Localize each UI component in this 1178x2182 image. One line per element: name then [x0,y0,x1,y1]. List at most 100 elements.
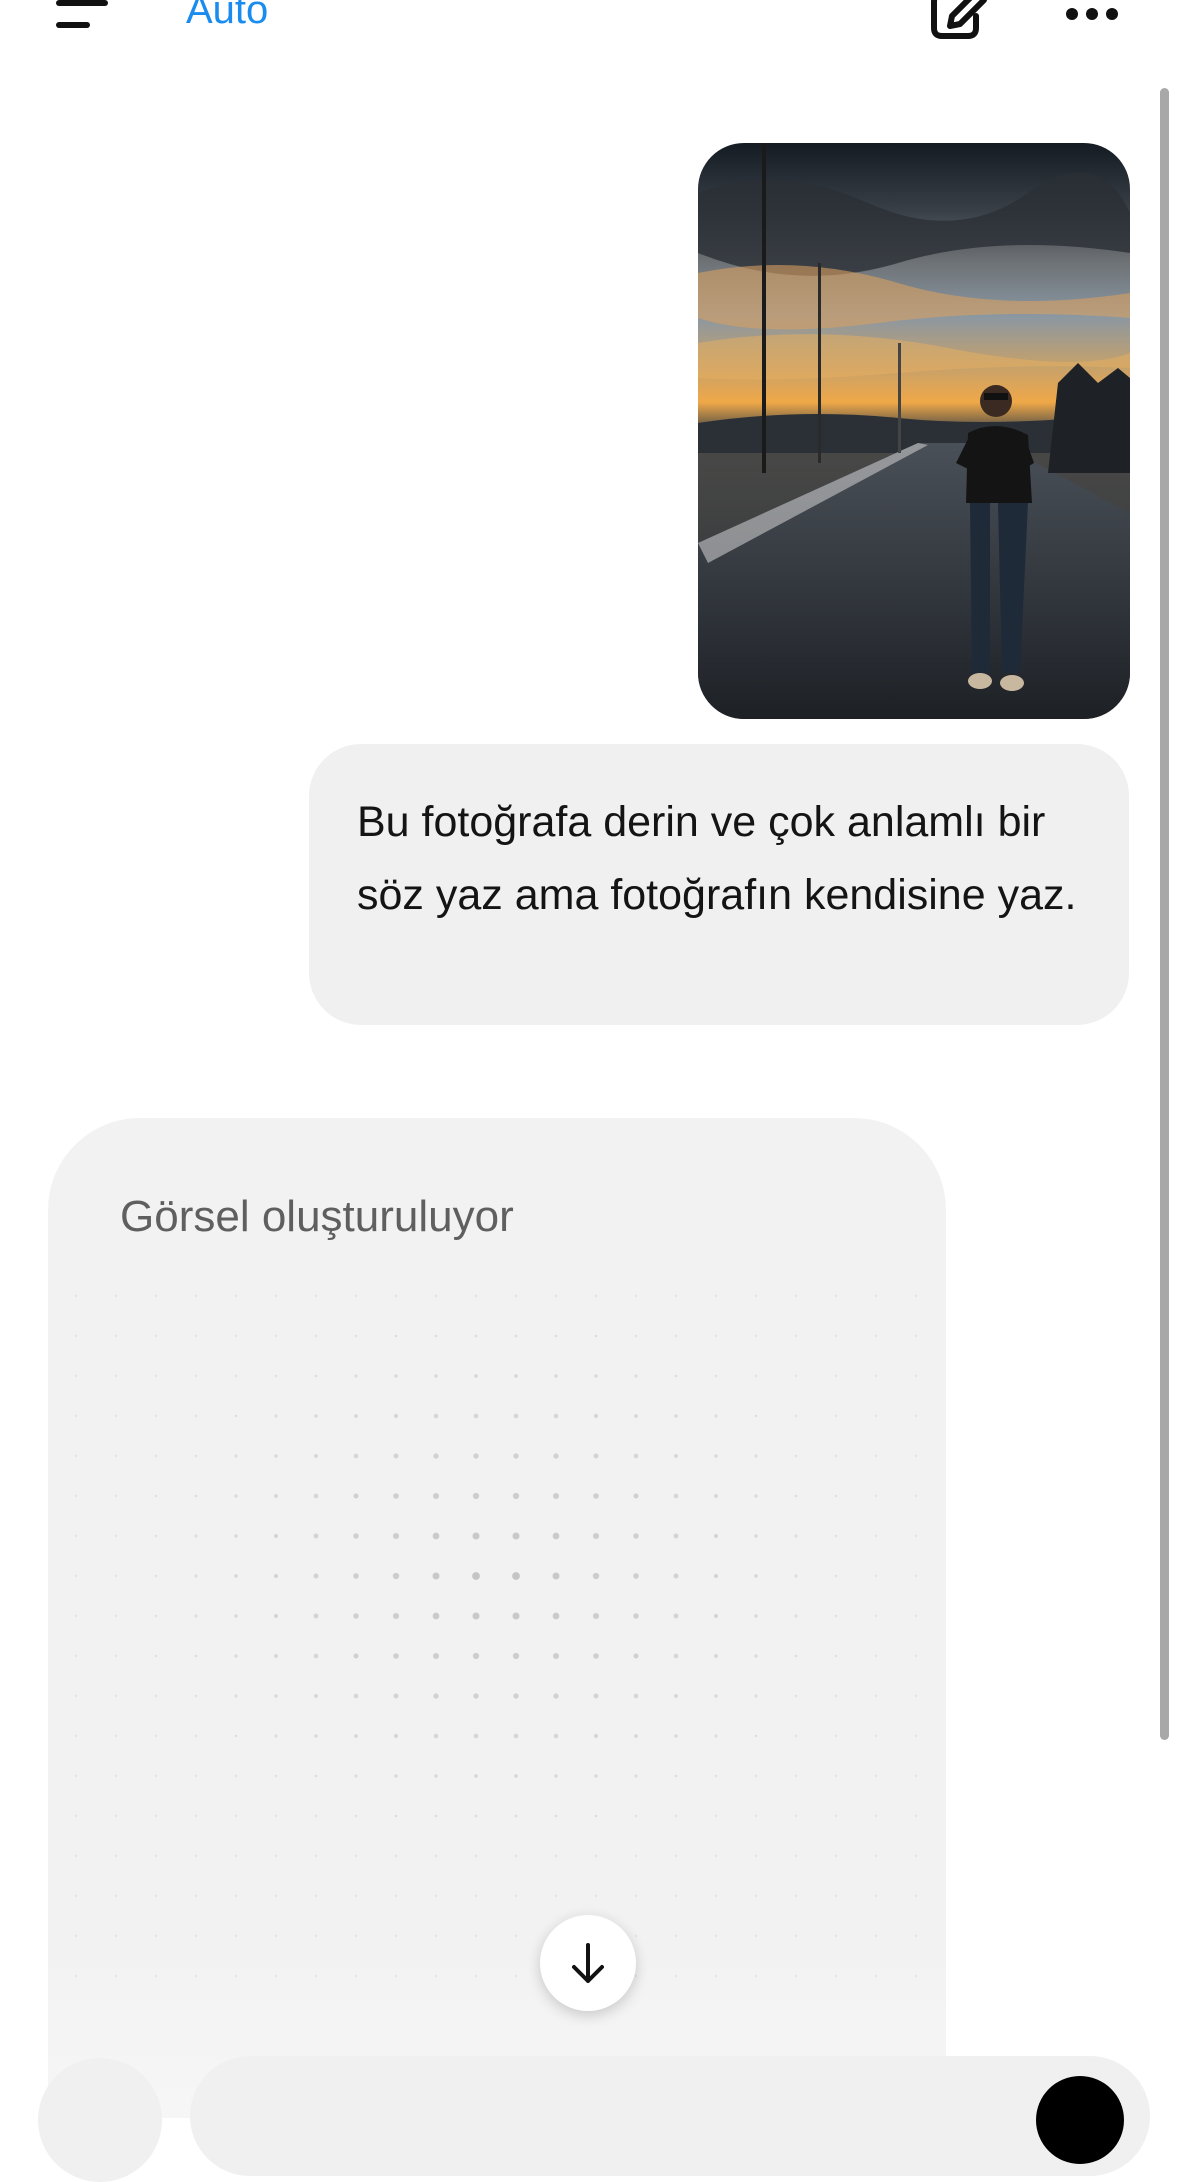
progress-dot [552,1532,560,1540]
progress-dot [194,1814,198,1818]
progress-dot [274,1774,278,1778]
user-message-text: Bu fotoğrafa derin ve çok anlamlı bir sö… [357,798,1077,919]
progress-dot [754,1334,758,1338]
progress-dot [114,1934,118,1938]
progress-dot [74,1854,78,1858]
progress-dot [634,1854,638,1858]
progress-dot [194,1414,198,1418]
progress-dot [194,1454,198,1458]
progress-dot [714,1454,718,1458]
progress-dot [914,1974,918,1978]
progress-dot [234,1294,238,1298]
progress-dot [874,1494,878,1498]
progress-dot [874,1694,878,1698]
progress-dot [834,1494,838,1498]
progress-dot [794,1854,798,1858]
progress-dot [553,1733,559,1739]
progress-dot [474,1294,478,1298]
attach-button[interactable] [38,2058,162,2182]
progress-dot [114,1974,118,1978]
progress-dot [754,1614,758,1618]
progress-dot [714,1694,718,1698]
progress-dot [633,1693,639,1699]
scrollbar[interactable] [1160,88,1169,1740]
progress-dot [194,1574,198,1578]
progress-dot [473,1693,479,1699]
menu-icon[interactable] [56,0,108,30]
progress-dot [714,1934,718,1938]
progress-dot [314,1734,318,1738]
progress-dot [874,1934,878,1938]
progress-dot [834,1734,838,1738]
progress-dot [354,1814,358,1818]
progress-dot [472,1612,480,1620]
more-options-icon[interactable] [1064,6,1120,22]
progress-dot [794,1534,798,1538]
progress-dot [474,1894,478,1898]
progress-dot [354,1934,358,1938]
progress-dot [314,1374,318,1378]
progress-dot [834,1774,838,1778]
progress-dot [194,1774,198,1778]
progress-dot [594,1774,598,1778]
attached-photo[interactable] [698,143,1130,719]
model-selector[interactable]: Auto [186,0,268,33]
progress-dot [274,1734,278,1738]
progress-dot [273,1613,279,1619]
progress-dot [794,1454,798,1458]
progress-dot [674,1374,678,1378]
scroll-to-bottom-button[interactable] [540,1915,636,2011]
progress-dot [513,1413,519,1419]
progress-dot [274,1854,278,1858]
progress-dot [593,1413,599,1419]
progress-dot [674,1414,678,1418]
progress-dot [673,1493,679,1499]
progress-dot [874,1454,878,1458]
progress-dot [194,1374,198,1378]
progress-dot [874,1894,878,1898]
message-input[interactable] [190,2056,1150,2176]
progress-dot [472,1492,480,1500]
progress-dot [673,1693,679,1699]
progress-dot [914,1734,918,1738]
progress-dot [592,1532,600,1540]
progress-dot [394,1854,398,1858]
progress-dot [274,1334,278,1338]
progress-dot [154,1814,158,1818]
progress-dot [474,1374,478,1378]
progress-dot [593,1733,599,1739]
progress-dot [673,1453,679,1459]
new-chat-edit-icon[interactable] [928,0,988,42]
progress-dot [274,1814,278,1818]
progress-dot [194,1934,198,1938]
progress-dot [514,1894,518,1898]
voice-mode-button[interactable] [1036,2076,1124,2164]
progress-dot [794,1934,798,1938]
progress-dot [594,1374,598,1378]
progress-dot [594,1334,598,1338]
progress-dot [554,1334,558,1338]
progress-dot [74,1654,78,1658]
progress-dot [673,1653,679,1659]
progress-dot [394,1814,398,1818]
progress-dot [553,1453,559,1459]
progress-dot [194,1894,198,1898]
progress-dot [114,1814,118,1818]
progress-dot [394,1934,398,1938]
progress-dot [432,1652,440,1660]
progress-dot [473,1453,479,1459]
progress-dot [552,1652,560,1660]
progress-dot [834,1854,838,1858]
progress-dot [633,1573,639,1579]
progress-dot [794,1494,798,1498]
progress-dot [474,1334,478,1338]
progress-dot [234,1934,238,1938]
progress-dot [313,1573,319,1579]
progress-dot [433,1453,439,1459]
progress-dot [794,1734,798,1738]
progress-dot [354,1734,358,1738]
progress-dot [714,1494,718,1498]
progress-dot [433,1693,439,1699]
progress-dot [392,1612,400,1620]
progress-dot [552,1572,560,1580]
